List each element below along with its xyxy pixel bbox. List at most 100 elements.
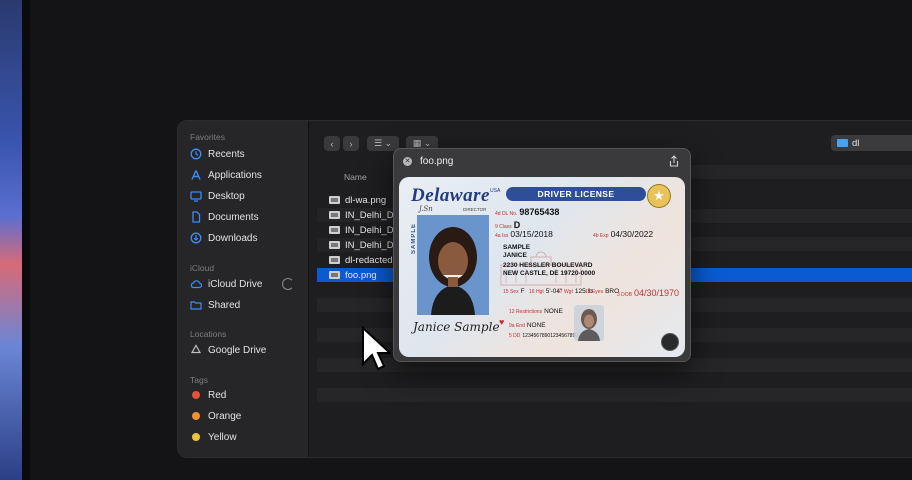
back-button[interactable]: ‹ xyxy=(324,136,340,151)
tag-color-dot xyxy=(192,433,200,441)
sync-progress-icon xyxy=(282,278,294,290)
ghost-photo xyxy=(574,305,604,341)
drive-icon xyxy=(190,344,202,356)
sidebar-item-label: Orange xyxy=(208,410,242,422)
sidebar-tag-red[interactable]: Red xyxy=(190,386,226,404)
sidebar-item-desktop[interactable]: Desktop xyxy=(190,187,245,205)
field-value: NONE xyxy=(526,322,546,329)
table-row[interactable]: IN_Delhi_D xyxy=(317,238,397,252)
tag-color-dot xyxy=(192,412,200,420)
row-stripe xyxy=(317,388,912,402)
list-view-icon: ☰ ⌄ xyxy=(373,138,393,148)
file-name: foo.png xyxy=(345,269,377,281)
icloud-header: iCloud xyxy=(190,263,215,273)
share-icon[interactable] xyxy=(668,155,680,167)
file-name: IN_Delhi_D xyxy=(345,239,394,251)
card-field-restrictions: 12 Restrictions NONE xyxy=(509,308,563,315)
quicklook-title: foo.png xyxy=(420,156,454,167)
image-file-icon xyxy=(329,256,340,264)
card-state-name: Delaware xyxy=(411,185,490,206)
field-value: F xyxy=(520,288,525,295)
favorites-header: Favorites xyxy=(190,132,225,142)
shared-folder-icon xyxy=(190,299,202,311)
download-icon xyxy=(190,232,202,244)
file-name: IN_Delhi_D xyxy=(345,224,394,236)
sidebar-item-downloads[interactable]: Downloads xyxy=(190,229,257,247)
sidebar-item-recents[interactable]: Recents xyxy=(190,145,245,163)
sidebar-item-label: Documents xyxy=(208,211,259,223)
image-file-icon xyxy=(329,241,340,249)
card-field-end: 9a End NONE xyxy=(509,322,546,329)
applications-icon xyxy=(190,169,202,181)
tags-header: Tags xyxy=(190,375,208,385)
field-value: 04/30/1970 xyxy=(634,288,680,298)
table-row[interactable]: IN_Delhi_D xyxy=(317,208,397,222)
screen-bezel xyxy=(22,0,30,480)
mouse-pointer-icon xyxy=(362,326,391,371)
card-doc-type: DRIVER LICENSE xyxy=(506,187,646,201)
sidebar-item-google-drive[interactable]: Google Drive xyxy=(190,341,266,359)
card-field-eyes: 18 Eyes BRO xyxy=(585,288,619,295)
desktop-icon xyxy=(190,190,202,202)
card-last-name: SAMPLE xyxy=(503,244,531,251)
sidebar-item-label: Downloads xyxy=(208,232,258,244)
folder-icon xyxy=(837,139,848,147)
chevron-right-icon: › xyxy=(349,138,353,149)
image-file-icon xyxy=(329,211,340,219)
field-label: 12 Restrictions xyxy=(509,309,543,315)
document-icon xyxy=(190,211,202,223)
file-name: IN_Delhi_D xyxy=(345,209,394,221)
file-name: dl-redacted xyxy=(345,254,393,266)
card-field-dob: 3 DOB 04/30/1970 xyxy=(617,288,679,298)
field-value: 98765438 xyxy=(519,207,560,217)
close-icon[interactable]: ✕ xyxy=(403,157,412,166)
field-value: 04/30/2022 xyxy=(610,229,654,239)
sidebar-item-label: Desktop xyxy=(208,190,245,202)
field-label: 16 Hgt xyxy=(529,289,544,295)
card-address-line1: 2230 HESSLER BOULEVARD xyxy=(503,262,593,269)
director-signature: J.Sn xyxy=(419,205,433,213)
card-signature: Janice Sample xyxy=(413,320,500,334)
sidebar-item-shared[interactable]: Shared xyxy=(190,296,240,314)
sidebar-item-applications[interactable]: Applications xyxy=(190,166,262,184)
card-address-line2: NEW CASTLE, DE 19720-0000 xyxy=(503,270,596,277)
real-id-star-icon: ★ xyxy=(647,184,671,208)
tag-color-dot xyxy=(192,391,200,399)
card-field-sex: 15 Sex F xyxy=(503,288,525,295)
field-label: 18 Eyes xyxy=(585,289,604,295)
chevron-left-icon: ‹ xyxy=(330,138,334,149)
field-value: NONE xyxy=(544,308,563,315)
card-first-name: JANICE xyxy=(503,252,527,259)
sidebar-item-label: Red xyxy=(208,389,227,401)
locations-header: Locations xyxy=(190,329,227,339)
license-card-image: Delaware USA DRIVER LICENSE ★ J.Sn DIREC… xyxy=(399,177,685,357)
field-label: 4d DL No. xyxy=(495,211,518,217)
card-field-exp: 4b Exp 04/30/2022 xyxy=(593,229,653,239)
quicklook-panel: ✕ foo.png Delaware USA DRIVER LICENSE ★ … xyxy=(393,148,691,362)
field-label: 9a End xyxy=(509,323,525,329)
sidebar-tag-yellow[interactable]: Yellow xyxy=(190,428,237,446)
card-field-iss: 4a Iss 03/15/2018 xyxy=(495,229,553,239)
field-label: 4a Iss xyxy=(495,233,509,239)
view-list-button[interactable]: ☰ ⌄ xyxy=(367,136,399,151)
sidebar-item-label: Recents xyxy=(208,148,245,160)
field-value: 12345678901234567890 xyxy=(522,333,579,339)
sidebar-item-icloud-drive[interactable]: iCloud Drive xyxy=(190,275,262,293)
live-text-icon[interactable] xyxy=(661,333,679,351)
path-popup-button[interactable]: dl ⇅ xyxy=(831,135,912,151)
column-header-name[interactable]: Name xyxy=(344,172,367,182)
image-file-icon xyxy=(329,271,340,279)
sidebar: Favorites Recents Applications Desktop D… xyxy=(178,121,309,457)
sidebar-item-documents[interactable]: Documents xyxy=(190,208,259,226)
sidebar-item-label: iCloud Drive xyxy=(208,278,263,290)
license-photo xyxy=(417,215,489,315)
sidebar-tag-orange[interactable]: Orange xyxy=(190,407,241,425)
field-label: 3 DOB xyxy=(617,292,633,298)
card-director-label: DIRECTOR xyxy=(463,207,487,212)
field-label: 4b Exp xyxy=(593,233,609,239)
field-value: 03/15/2018 xyxy=(510,229,553,239)
card-field-dd: 5 DD 12345678901234567890 xyxy=(509,333,578,339)
forward-button[interactable]: › xyxy=(343,136,359,151)
image-file-icon xyxy=(329,196,340,204)
clock-icon xyxy=(190,148,202,160)
